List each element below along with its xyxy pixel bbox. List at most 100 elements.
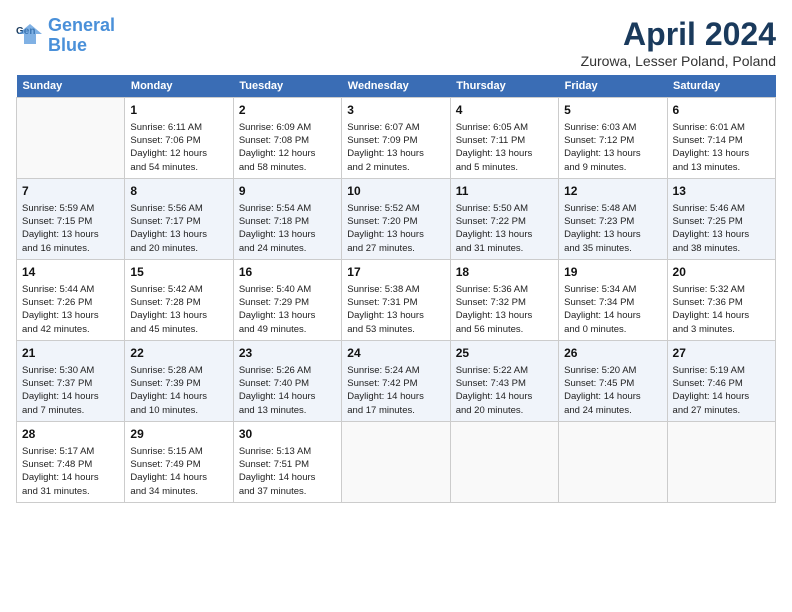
calendar-cell: 19 Sunrise: 5:34 AM Sunset: 7:34 PM Dayli… — [559, 259, 667, 340]
calendar-cell: 27Sunrise: 5:19 AM Sunset: 7:46 PM Dayli… — [667, 340, 775, 421]
week-row-1: 1 Sunrise: 6:11 AM Sunset: 7:06 PM Daylig… — [17, 98, 776, 179]
location: Zurowa, Lesser Poland, Poland — [581, 53, 776, 69]
calendar-cell — [342, 421, 450, 502]
col-header-tuesday: Tuesday — [233, 75, 341, 98]
day-number: 30 — [239, 426, 336, 443]
calendar-cell: 17 Sunrise: 5:38 AM Sunset: 7:31 PM Dayli… — [342, 259, 450, 340]
day-number: 22 — [130, 345, 227, 362]
day-info: Sunrise: 5:36 AM Sunset: 7:32 PM Dayligh… — [456, 283, 553, 336]
day-number: 25 — [456, 345, 553, 362]
day-info: Sunrise: 5:46 AM Sunset: 7:25 PM Dayligh… — [673, 202, 770, 255]
day-number: 18 — [456, 264, 553, 281]
day-info: Sunrise: 5:42 AM Sunset: 7:28 PM Dayligh… — [130, 283, 227, 336]
calendar-cell: 21Sunrise: 5:30 AM Sunset: 7:37 PM Dayli… — [17, 340, 125, 421]
day-number: 5 — [564, 102, 661, 119]
calendar-cell — [17, 98, 125, 179]
calendar-cell: 6 Sunrise: 6:01 AM Sunset: 7:14 PM Daylig… — [667, 98, 775, 179]
day-number: 17 — [347, 264, 444, 281]
day-number: 16 — [239, 264, 336, 281]
calendar-cell: 12 Sunrise: 5:48 AM Sunset: 7:23 PM Dayli… — [559, 178, 667, 259]
day-number: 12 — [564, 183, 661, 200]
day-info: Sunrise: 5:50 AM Sunset: 7:22 PM Dayligh… — [456, 202, 553, 255]
calendar-cell: 28 Sunrise: 5:17 AM Sunset: 7:48 PM Dayli… — [17, 421, 125, 502]
day-info: Sunrise: 5:48 AM Sunset: 7:23 PM Dayligh… — [564, 202, 661, 255]
day-number: 10 — [347, 183, 444, 200]
day-info: Sunrise: 5:26 AM Sunset: 7:40 PM Dayligh… — [239, 364, 336, 417]
calendar-cell: 2Sunrise: 6:09 AM Sunset: 7:08 PM Daylig… — [233, 98, 341, 179]
day-number: 9 — [239, 183, 336, 200]
day-info: Sunrise: 5:44 AM Sunset: 7:26 PM Dayligh… — [22, 283, 119, 336]
day-info: Sunrise: 6:07 AM Sunset: 7:09 PM Dayligh… — [347, 121, 444, 174]
title-block: April 2024 Zurowa, Lesser Poland, Poland — [581, 16, 776, 69]
calendar-cell — [667, 421, 775, 502]
day-number: 23 — [239, 345, 336, 362]
col-header-wednesday: Wednesday — [342, 75, 450, 98]
day-number: 1 — [130, 102, 227, 119]
day-info: Sunrise: 6:01 AM Sunset: 7:14 PM Dayligh… — [673, 121, 770, 174]
calendar-cell: 1 Sunrise: 6:11 AM Sunset: 7:06 PM Daylig… — [125, 98, 233, 179]
day-number: 20 — [673, 264, 770, 281]
day-number: 15 — [130, 264, 227, 281]
calendar-cell — [450, 421, 558, 502]
day-number: 7 — [22, 183, 119, 200]
day-info: Sunrise: 5:54 AM Sunset: 7:18 PM Dayligh… — [239, 202, 336, 255]
week-row-3: 14 Sunrise: 5:44 AM Sunset: 7:26 PM Dayli… — [17, 259, 776, 340]
logo-text: GeneralBlue — [48, 16, 115, 56]
day-number: 19 — [564, 264, 661, 281]
calendar-cell: 22 Sunrise: 5:28 AM Sunset: 7:39 PM Dayli… — [125, 340, 233, 421]
month-title: April 2024 — [581, 16, 776, 53]
day-info: Sunrise: 6:05 AM Sunset: 7:11 PM Dayligh… — [456, 121, 553, 174]
day-info: Sunrise: 5:19 AM Sunset: 7:46 PM Dayligh… — [673, 364, 770, 417]
day-info: Sunrise: 5:34 AM Sunset: 7:34 PM Dayligh… — [564, 283, 661, 336]
day-info: Sunrise: 5:13 AM Sunset: 7:51 PM Dayligh… — [239, 445, 336, 498]
calendar-table: SundayMondayTuesdayWednesdayThursdayFrid… — [16, 75, 776, 503]
calendar-cell: 7Sunrise: 5:59 AM Sunset: 7:15 PM Daylig… — [17, 178, 125, 259]
calendar-cell: 16 Sunrise: 5:40 AM Sunset: 7:29 PM Dayli… — [233, 259, 341, 340]
day-info: Sunrise: 5:15 AM Sunset: 7:49 PM Dayligh… — [130, 445, 227, 498]
day-info: Sunrise: 6:11 AM Sunset: 7:06 PM Dayligh… — [130, 121, 227, 174]
logo: Gen GeneralBlue — [16, 16, 115, 56]
col-header-saturday: Saturday — [667, 75, 775, 98]
calendar-cell: 9 Sunrise: 5:54 AM Sunset: 7:18 PM Daylig… — [233, 178, 341, 259]
day-info: Sunrise: 5:24 AM Sunset: 7:42 PM Dayligh… — [347, 364, 444, 417]
day-info: Sunrise: 5:20 AM Sunset: 7:45 PM Dayligh… — [564, 364, 661, 417]
calendar-cell — [559, 421, 667, 502]
week-row-4: 21Sunrise: 5:30 AM Sunset: 7:37 PM Dayli… — [17, 340, 776, 421]
day-info: Sunrise: 6:09 AM Sunset: 7:08 PM Dayligh… — [239, 121, 336, 174]
day-info: Sunrise: 5:32 AM Sunset: 7:36 PM Dayligh… — [673, 283, 770, 336]
day-info: Sunrise: 5:38 AM Sunset: 7:31 PM Dayligh… — [347, 283, 444, 336]
calendar-cell: 11 Sunrise: 5:50 AM Sunset: 7:22 PM Dayli… — [450, 178, 558, 259]
day-info: Sunrise: 5:40 AM Sunset: 7:29 PM Dayligh… — [239, 283, 336, 336]
day-number: 4 — [456, 102, 553, 119]
day-info: Sunrise: 5:52 AM Sunset: 7:20 PM Dayligh… — [347, 202, 444, 255]
col-header-sunday: Sunday — [17, 75, 125, 98]
week-row-2: 7Sunrise: 5:59 AM Sunset: 7:15 PM Daylig… — [17, 178, 776, 259]
col-header-thursday: Thursday — [450, 75, 558, 98]
day-number: 11 — [456, 183, 553, 200]
day-number: 26 — [564, 345, 661, 362]
calendar-cell: 23 Sunrise: 5:26 AM Sunset: 7:40 PM Dayli… — [233, 340, 341, 421]
logo-icon: Gen — [16, 20, 44, 48]
calendar-cell: 10 Sunrise: 5:52 AM Sunset: 7:20 PM Dayli… — [342, 178, 450, 259]
day-number: 14 — [22, 264, 119, 281]
day-info: Sunrise: 6:03 AM Sunset: 7:12 PM Dayligh… — [564, 121, 661, 174]
day-number: 3 — [347, 102, 444, 119]
day-info: Sunrise: 5:30 AM Sunset: 7:37 PM Dayligh… — [22, 364, 119, 417]
day-info: Sunrise: 5:56 AM Sunset: 7:17 PM Dayligh… — [130, 202, 227, 255]
calendar-cell: 14 Sunrise: 5:44 AM Sunset: 7:26 PM Dayli… — [17, 259, 125, 340]
week-row-5: 28 Sunrise: 5:17 AM Sunset: 7:48 PM Dayli… — [17, 421, 776, 502]
calendar-cell: 3 Sunrise: 6:07 AM Sunset: 7:09 PM Daylig… — [342, 98, 450, 179]
calendar-cell: 25Sunrise: 5:22 AM Sunset: 7:43 PM Dayli… — [450, 340, 558, 421]
calendar-cell: 13 Sunrise: 5:46 AM Sunset: 7:25 PM Dayli… — [667, 178, 775, 259]
col-header-friday: Friday — [559, 75, 667, 98]
page-header: Gen GeneralBlue April 2024 Zurowa, Lesse… — [16, 16, 776, 69]
day-number: 24 — [347, 345, 444, 362]
calendar-cell: 15 Sunrise: 5:42 AM Sunset: 7:28 PM Dayli… — [125, 259, 233, 340]
calendar-cell: 4 Sunrise: 6:05 AM Sunset: 7:11 PM Daylig… — [450, 98, 558, 179]
day-info: Sunrise: 5:28 AM Sunset: 7:39 PM Dayligh… — [130, 364, 227, 417]
day-info: Sunrise: 5:17 AM Sunset: 7:48 PM Dayligh… — [22, 445, 119, 498]
day-number: 28 — [22, 426, 119, 443]
day-number: 6 — [673, 102, 770, 119]
day-number: 13 — [673, 183, 770, 200]
calendar-cell: 8Sunrise: 5:56 AM Sunset: 7:17 PM Daylig… — [125, 178, 233, 259]
